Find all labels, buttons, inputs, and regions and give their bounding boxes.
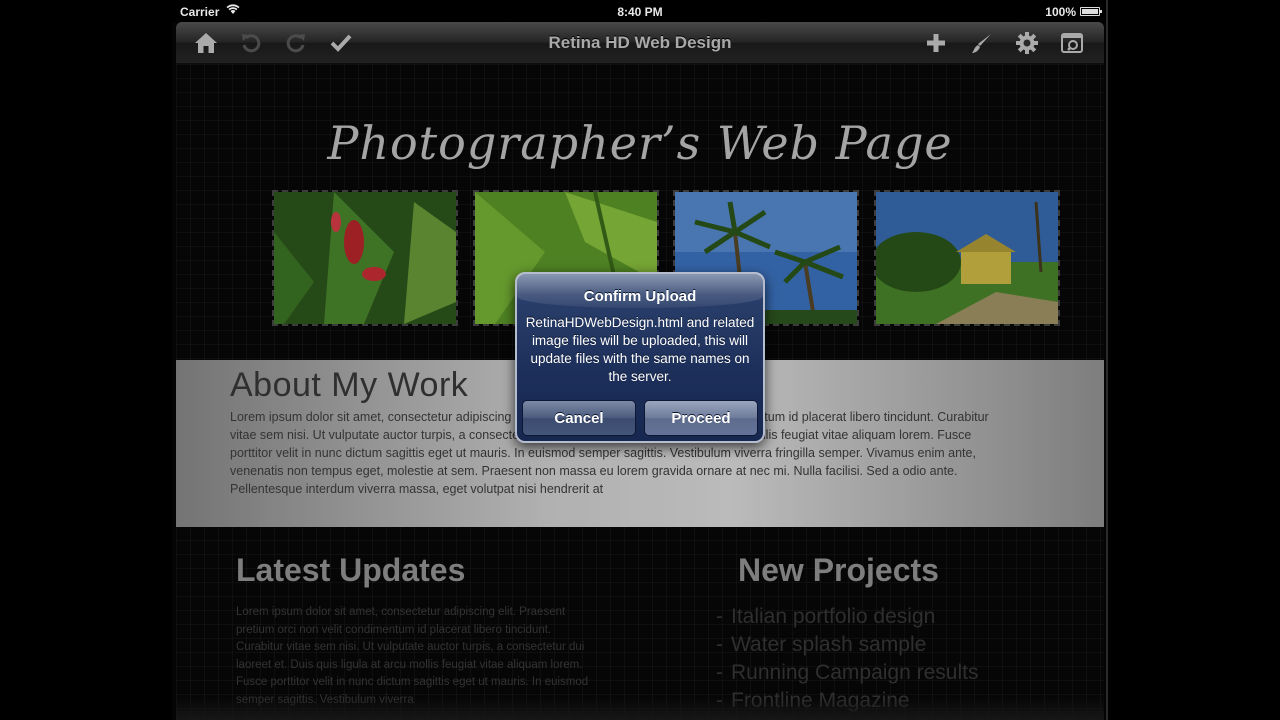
alert-message: RetinaHDWebDesign.html and related image… <box>525 315 755 384</box>
status-time: 8:40 PM <box>617 5 663 19</box>
device-edge <box>1106 0 1108 720</box>
status-bar: Carrier 8:40 PM 100% <box>172 0 1108 22</box>
battery-percentage: 100% <box>1045 5 1076 19</box>
battery-icon <box>1080 7 1102 16</box>
cancel-button[interactable]: Cancel <box>522 400 636 436</box>
ipad-screen: Carrier 8:40 PM 100% Retina HD Web Desig… <box>172 0 1108 720</box>
confirm-upload-alert: Confirm Upload RetinaHDWebDesign.html an… <box>515 272 765 443</box>
alert-title: Confirm Upload <box>583 288 697 305</box>
proceed-button[interactable]: Proceed <box>644 400 758 436</box>
